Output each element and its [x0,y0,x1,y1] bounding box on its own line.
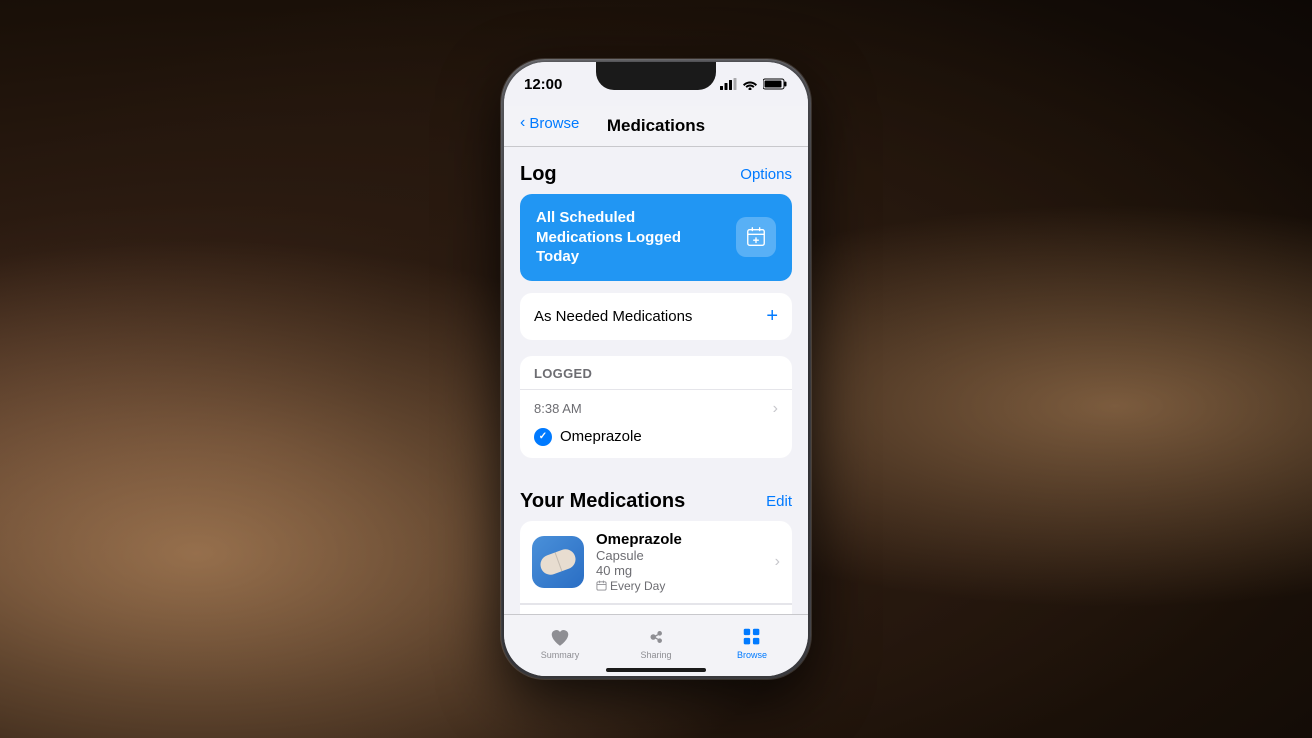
add-medication-row[interactable]: Add Medication [520,604,792,615]
all-scheduled-text: All Scheduled Medications Logged Today [536,208,724,267]
options-button[interactable]: Options [740,166,792,183]
grid-icon [741,626,763,648]
home-bar [606,668,706,672]
medication-chevron-icon: › [775,553,780,571]
notch [596,62,716,90]
calendar-plus-icon-container [736,217,776,257]
medication-info: Omeprazole Capsule 40 mg Every Day [596,531,763,593]
medication-icon-omeprazole [532,536,584,588]
your-medications-title: Your Medications [520,490,685,513]
status-icons [720,78,788,90]
logged-item-left: Omeprazole [534,428,642,446]
logged-time-label: 8:38 AM [534,401,582,416]
tab-sharing[interactable]: Sharing [608,626,704,660]
medication-item-omeprazole[interactable]: Omeprazole Capsule 40 mg Every Day [520,521,792,604]
medication-dose: 40 mg [596,563,763,578]
medication-name: Omeprazole [596,531,763,548]
as-needed-row[interactable]: As Needed Medications + [520,293,792,340]
logged-section: Logged 8:38 AM › Omeprazole [520,356,792,458]
heart-icon [549,626,571,648]
battery-icon [763,78,788,90]
tab-browse-label: Browse [737,650,767,660]
medication-type: Capsule [596,548,763,563]
as-needed-add-icon[interactable]: + [766,305,778,328]
logged-header-label: Logged [520,356,792,390]
as-needed-label: As Needed Medications [534,308,692,325]
tab-summary[interactable]: Summary [512,626,608,660]
tab-sharing-label: Sharing [640,650,671,660]
status-time: 12:00 [524,76,562,93]
tab-bar: Summary Sharing [504,614,808,670]
medication-schedule: Every Day [596,579,763,593]
back-label[interactable]: Browse [529,115,579,132]
phone-outer: 12:00 [501,59,811,679]
signal-icon [720,78,737,90]
log-section-header: Log Options [504,147,808,194]
back-chevron-icon: ‹ [520,114,525,132]
wifi-icon [742,78,758,90]
all-scheduled-card[interactable]: All Scheduled Medications Logged Today [520,194,792,281]
tab-browse[interactable]: Browse [704,626,800,660]
calendar-small-icon [596,580,607,591]
sharing-icon-container [644,626,668,648]
edit-button[interactable]: Edit [766,493,792,510]
as-needed-card: As Needed Medications + [520,293,792,340]
logged-chevron-icon: › [773,400,778,418]
sharing-icon [645,626,667,648]
home-indicator [504,670,808,676]
phone-screen: 12:00 [504,62,808,676]
logged-medication-row[interactable]: Omeprazole [520,424,792,458]
calendar-plus-icon [745,226,767,248]
medications-list: Omeprazole Capsule 40 mg Every Day [520,521,792,615]
check-circle-icon [534,428,552,446]
logged-medication-name: Omeprazole [560,428,642,445]
tab-summary-label: Summary [541,650,580,660]
pill-image [538,546,579,577]
heart-icon-container [548,626,572,648]
main-content: Log Options All Scheduled Medications Lo… [504,147,808,614]
log-title: Log [520,163,557,186]
medication-schedule-text: Every Day [610,579,665,593]
nav-bar: ‹ Browse Medications [504,106,808,147]
grid-icon-container [740,626,764,648]
your-medications-header: Your Medications Edit [504,474,808,521]
status-bar: 12:00 [504,62,808,106]
logged-time-row: 8:38 AM › [520,390,792,424]
phone-wrapper: 12:00 [501,59,811,679]
